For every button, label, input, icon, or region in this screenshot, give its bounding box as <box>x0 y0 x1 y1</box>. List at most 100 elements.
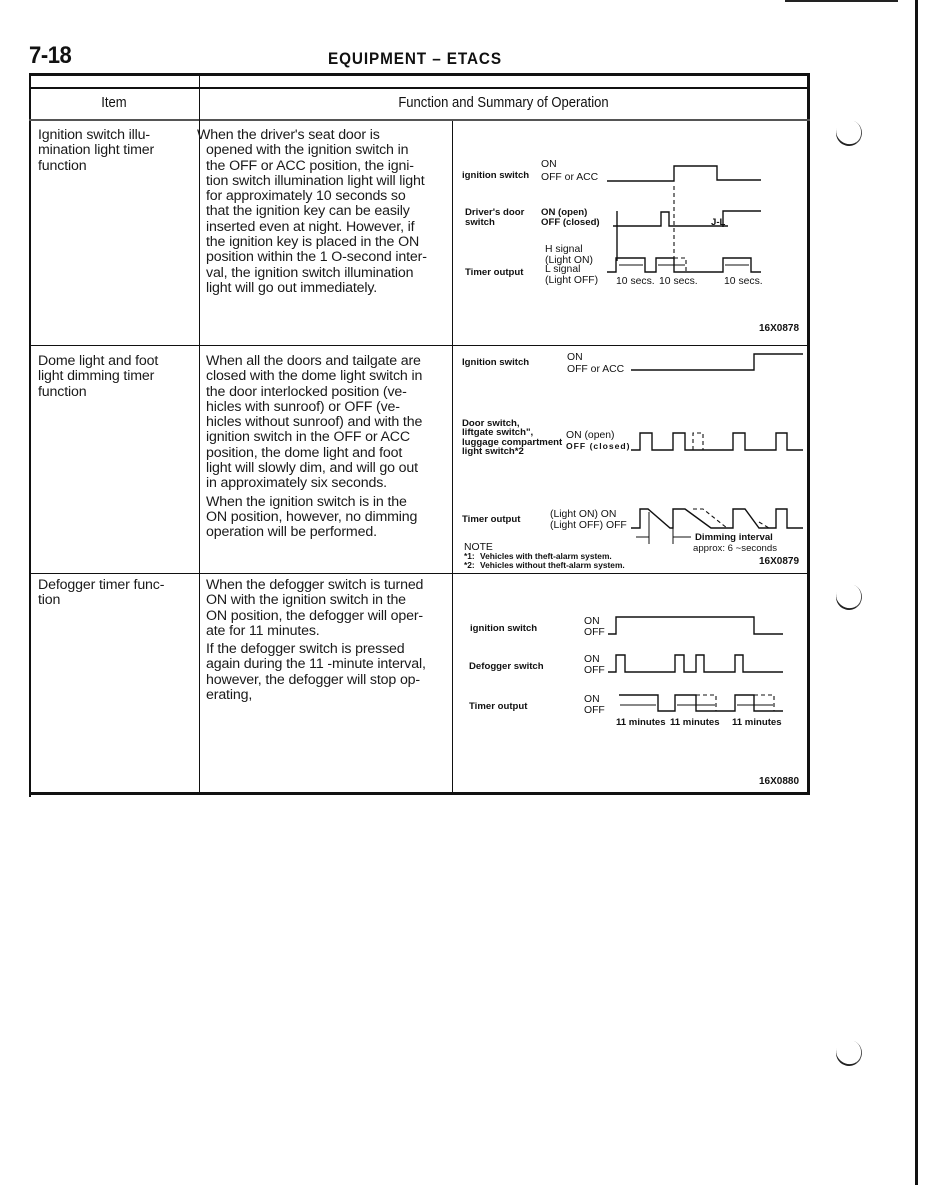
summary-paragraph: If the defogger switch is pressed again … <box>206 641 426 704</box>
cancelled-output-dashed <box>696 694 717 711</box>
summary-line: val, the ignition switch illumination <box>206 264 414 281</box>
summary-cell: When the defogger switch is turned ON wi… <box>206 577 426 704</box>
summary-line: light will go out immediately. <box>206 279 378 296</box>
page-edge-rule <box>915 0 918 1185</box>
header-function: Function and Summary of Operation <box>398 95 609 111</box>
summary-line: in approximately six seconds. <box>206 475 387 492</box>
summary-line: When the ignition switch is in the <box>206 493 407 510</box>
summary-line: the OFF or ACC position, the igni- <box>206 157 414 174</box>
summary-line: position within the 1 O-second inter- <box>206 249 427 266</box>
summary-line: ON position, the defogger will oper- <box>206 607 423 624</box>
defogger-switch-waveform <box>608 654 783 673</box>
state-label: OFF (closed) <box>541 217 600 228</box>
state-label: (Light OFF) OFF <box>550 520 627 531</box>
signal-label: switch <box>465 217 495 228</box>
dimming-interval-value: approx: 6 ~seconds <box>693 543 777 554</box>
signal-label: Ignition switch <box>462 357 529 368</box>
item-line: Defogger timer func- <box>38 577 165 593</box>
timing-diagram-dome-light: Ignition switch ON OFF or ACC Door switc… <box>453 346 807 573</box>
figure-code: 16X0880 <box>759 776 799 787</box>
summary-line: When the driver's seat door is <box>197 127 380 143</box>
signal-label: ignition switch <box>462 170 529 181</box>
binder-hole-mark <box>832 580 866 614</box>
cancelled-output-dashed <box>754 694 775 711</box>
state-label: ON (open) <box>566 430 615 441</box>
summary-line: opened with the ignition switch in <box>206 142 409 159</box>
summary-line: position, the dome light and foot <box>206 444 403 461</box>
summary-line: ignition switch in the OFF or ACC <box>206 429 410 446</box>
state-label: ON <box>541 159 557 170</box>
summary-line: hicles without sunroof) and with the <box>206 414 423 431</box>
state-label: ON <box>584 654 600 665</box>
summary-line: tion switch illumination light will ligh… <box>206 172 425 189</box>
table-left-border <box>29 73 31 797</box>
state-label: OFF <box>584 705 605 716</box>
table-top-border <box>29 73 810 76</box>
state-label: (Light OFF) <box>545 275 598 286</box>
interval-label: 10 secs. <box>659 276 698 287</box>
summary-line: operation will be performed. <box>206 524 377 541</box>
state-label: ON <box>584 694 600 705</box>
note-text: Vehicles without theft-alarm system. <box>480 560 625 570</box>
state-label: ON <box>584 616 600 627</box>
item-cell: Ignition switch illu- mination light tim… <box>38 127 155 174</box>
dimming-interval-label: Dimming interval <box>695 532 773 543</box>
summary-line: erating, <box>206 687 253 704</box>
summary-line: ON position, however, no dimming <box>206 508 418 525</box>
door-switch-dashed <box>692 432 704 450</box>
signal-label: light switch*2 <box>462 446 524 457</box>
note-mark: *2: <box>464 560 475 570</box>
state-label: L signal <box>545 264 580 275</box>
interval-label: 10 secs. <box>616 276 655 287</box>
signal-label: Timer output <box>465 267 524 278</box>
signal-label: Timer output <box>462 514 521 525</box>
summary-cell: When the driver's seat door is opened wi… <box>197 127 427 296</box>
function-table: Item Function and Summary of Operation I… <box>29 73 810 797</box>
interval-label: 11 minutes <box>670 717 720 728</box>
state-label: ON <box>567 352 583 363</box>
timer-output-waveform <box>619 694 783 712</box>
header-top-rule <box>29 87 810 89</box>
binder-hole-mark <box>832 1036 866 1070</box>
ignition-waveform <box>608 616 783 635</box>
summary-line: ON with the ignition switch in the <box>206 592 406 609</box>
state-label: OFF <box>584 665 605 676</box>
header-item: Item <box>101 95 127 111</box>
item-cell: Defogger timer func- tion <box>38 577 165 609</box>
figure-code: 16X0878 <box>759 323 799 334</box>
signal-label: ignition switch <box>470 623 537 634</box>
signal-label: Defogger switch <box>469 661 544 672</box>
item-line: light dimming timer <box>38 368 155 385</box>
summary-line: hicles with sunroof) or OFF (ve- <box>206 398 400 415</box>
timer-output-dashed <box>758 521 770 529</box>
signal-label: Timer output <box>469 701 528 712</box>
timer-output-waveform <box>631 508 803 529</box>
summary-line: closed with the dome light switch in <box>206 368 423 385</box>
summary-line: the ignition key is placed in the ON <box>206 234 420 251</box>
summary-block: opened with the ignition switch in the O… <box>197 142 427 296</box>
summary-paragraph: When the ignition switch is in the ON po… <box>206 493 422 541</box>
summary-line: again during the 11 -minute interval, <box>206 656 426 673</box>
ignition-waveform <box>607 165 761 182</box>
state-label: OFF <box>584 627 605 638</box>
door-switch-waveform-2 <box>722 210 761 227</box>
summary-line: If the defogger switch is pressed <box>206 641 405 658</box>
state-label: OFF or ACC <box>541 172 599 183</box>
item-line: function <box>38 383 87 400</box>
binder-hole-mark <box>832 116 866 150</box>
top-margin-rule <box>785 0 898 2</box>
item-line: mination light timer <box>38 142 155 159</box>
section-title: EQUIPMENT – ETACS <box>327 49 502 68</box>
item-line: function <box>38 157 87 174</box>
interval-label: 10 secs. <box>724 276 763 287</box>
door-switch-waveform <box>631 432 803 451</box>
ignition-waveform <box>631 353 803 371</box>
summary-line: however, the defogger will stop op- <box>206 671 420 688</box>
item-cell: Dome light and foot light dimming timer … <box>38 353 158 400</box>
summary-cell: When all the doors and tailgate are clos… <box>206 353 423 541</box>
summary-line: light will slowly dim, and will go out <box>206 460 418 477</box>
table-right-border <box>807 73 810 795</box>
summary-line: that the ignition key can be easily <box>206 203 410 220</box>
state-label: H signal <box>545 244 583 255</box>
state-label: OFF or ACC <box>567 364 625 375</box>
